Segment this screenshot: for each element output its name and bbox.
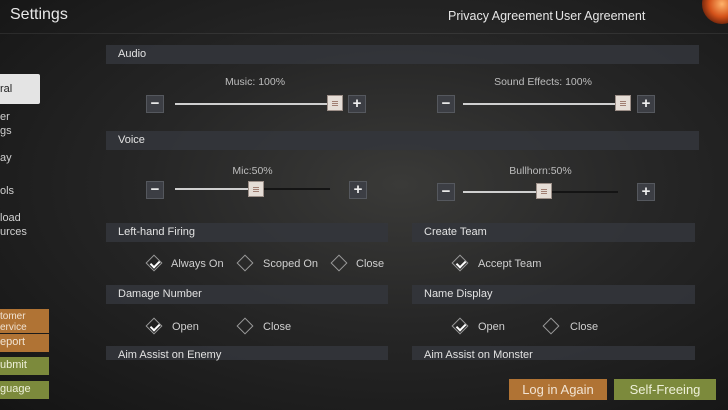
sidebar-item-5[interactable]: load urces	[0, 211, 27, 239]
damage-close-label[interactable]: Close	[263, 321, 291, 333]
left-hand-firing-header: Left-hand Firing	[106, 223, 388, 242]
scoped-on-checkbox[interactable]	[236, 254, 254, 272]
mic-minus-button[interactable]: −	[146, 181, 164, 199]
accept-team-checkbox[interactable]	[451, 254, 469, 272]
sidebar-item-4[interactable]: ols	[0, 184, 14, 198]
aim-assist-enemy-header: Aim Assist on Enemy	[106, 346, 388, 361]
music-slider-thumb[interactable]	[327, 95, 343, 111]
damage-number-header: Damage Number	[106, 285, 388, 304]
sidebar-item-2[interactable]: er gs	[0, 110, 12, 138]
bullhorn-slider-thumb[interactable]	[536, 183, 552, 199]
self-freeing-button[interactable]: Self-Freeing	[614, 379, 716, 400]
sfx-plus-button[interactable]: +	[637, 95, 655, 113]
mic-slider-fill	[175, 188, 255, 190]
log-in-again-button[interactable]: Log in Again	[509, 379, 607, 400]
sidebar-item-3[interactable]: ay	[0, 151, 12, 165]
music-plus-button[interactable]: +	[348, 95, 366, 113]
always-on-checkbox[interactable]	[145, 254, 163, 272]
name-close-label[interactable]: Close	[570, 321, 598, 333]
damage-open-checkbox[interactable]	[145, 317, 163, 335]
bullhorn-minus-button[interactable]: −	[437, 183, 455, 201]
music-minus-button[interactable]: −	[146, 95, 164, 113]
privacy-agreement-link[interactable]: Privacy Agreement	[448, 9, 553, 23]
voice-section-header: Voice	[106, 131, 699, 150]
scoped-on-label[interactable]: Scoped On	[263, 258, 318, 270]
always-on-label[interactable]: Always On	[171, 258, 224, 270]
create-team-header: Create Team	[412, 223, 695, 242]
bullhorn-label: Bullhorn:50%	[509, 165, 572, 177]
sidebar-item-general[interactable]: ral	[0, 74, 40, 104]
page-title: Settings	[10, 6, 68, 23]
sound-effects-label: Sound Effects: 100%	[494, 76, 592, 88]
name-close-checkbox[interactable]	[542, 317, 560, 335]
bullhorn-slider-fill	[463, 191, 543, 193]
sfx-minus-button[interactable]: −	[437, 95, 455, 113]
aim-assist-monster-header: Aim Assist on Monster	[412, 346, 695, 361]
report-button[interactable]: eport	[0, 334, 49, 352]
mic-plus-button[interactable]: +	[349, 181, 367, 199]
mic-slider-thumb[interactable]	[248, 181, 264, 197]
damage-close-checkbox[interactable]	[236, 317, 254, 335]
name-display-header: Name Display	[412, 285, 695, 304]
mic-label: Mic:50%	[232, 165, 273, 177]
bullhorn-plus-button[interactable]: +	[637, 183, 655, 201]
left-hand-close-label[interactable]: Close	[356, 258, 384, 270]
damage-open-label[interactable]: Open	[172, 321, 199, 333]
name-open-label[interactable]: Open	[478, 321, 505, 333]
left-hand-close-checkbox[interactable]	[330, 254, 348, 272]
sfx-slider-fill	[463, 103, 623, 105]
audio-section-header: Audio	[106, 45, 699, 64]
accept-team-label[interactable]: Accept Team	[478, 258, 541, 270]
name-open-checkbox[interactable]	[451, 317, 469, 335]
music-label: Music: 100%	[224, 76, 286, 88]
music-slider-fill	[175, 103, 335, 105]
sfx-slider-thumb[interactable]	[615, 95, 631, 111]
language-button[interactable]: guage	[0, 381, 49, 399]
user-agreement-link[interactable]: User Agreement	[555, 9, 645, 23]
submit-button[interactable]: ubmit	[0, 357, 49, 375]
customer-service-button[interactable]: tomer ervice	[0, 309, 49, 333]
